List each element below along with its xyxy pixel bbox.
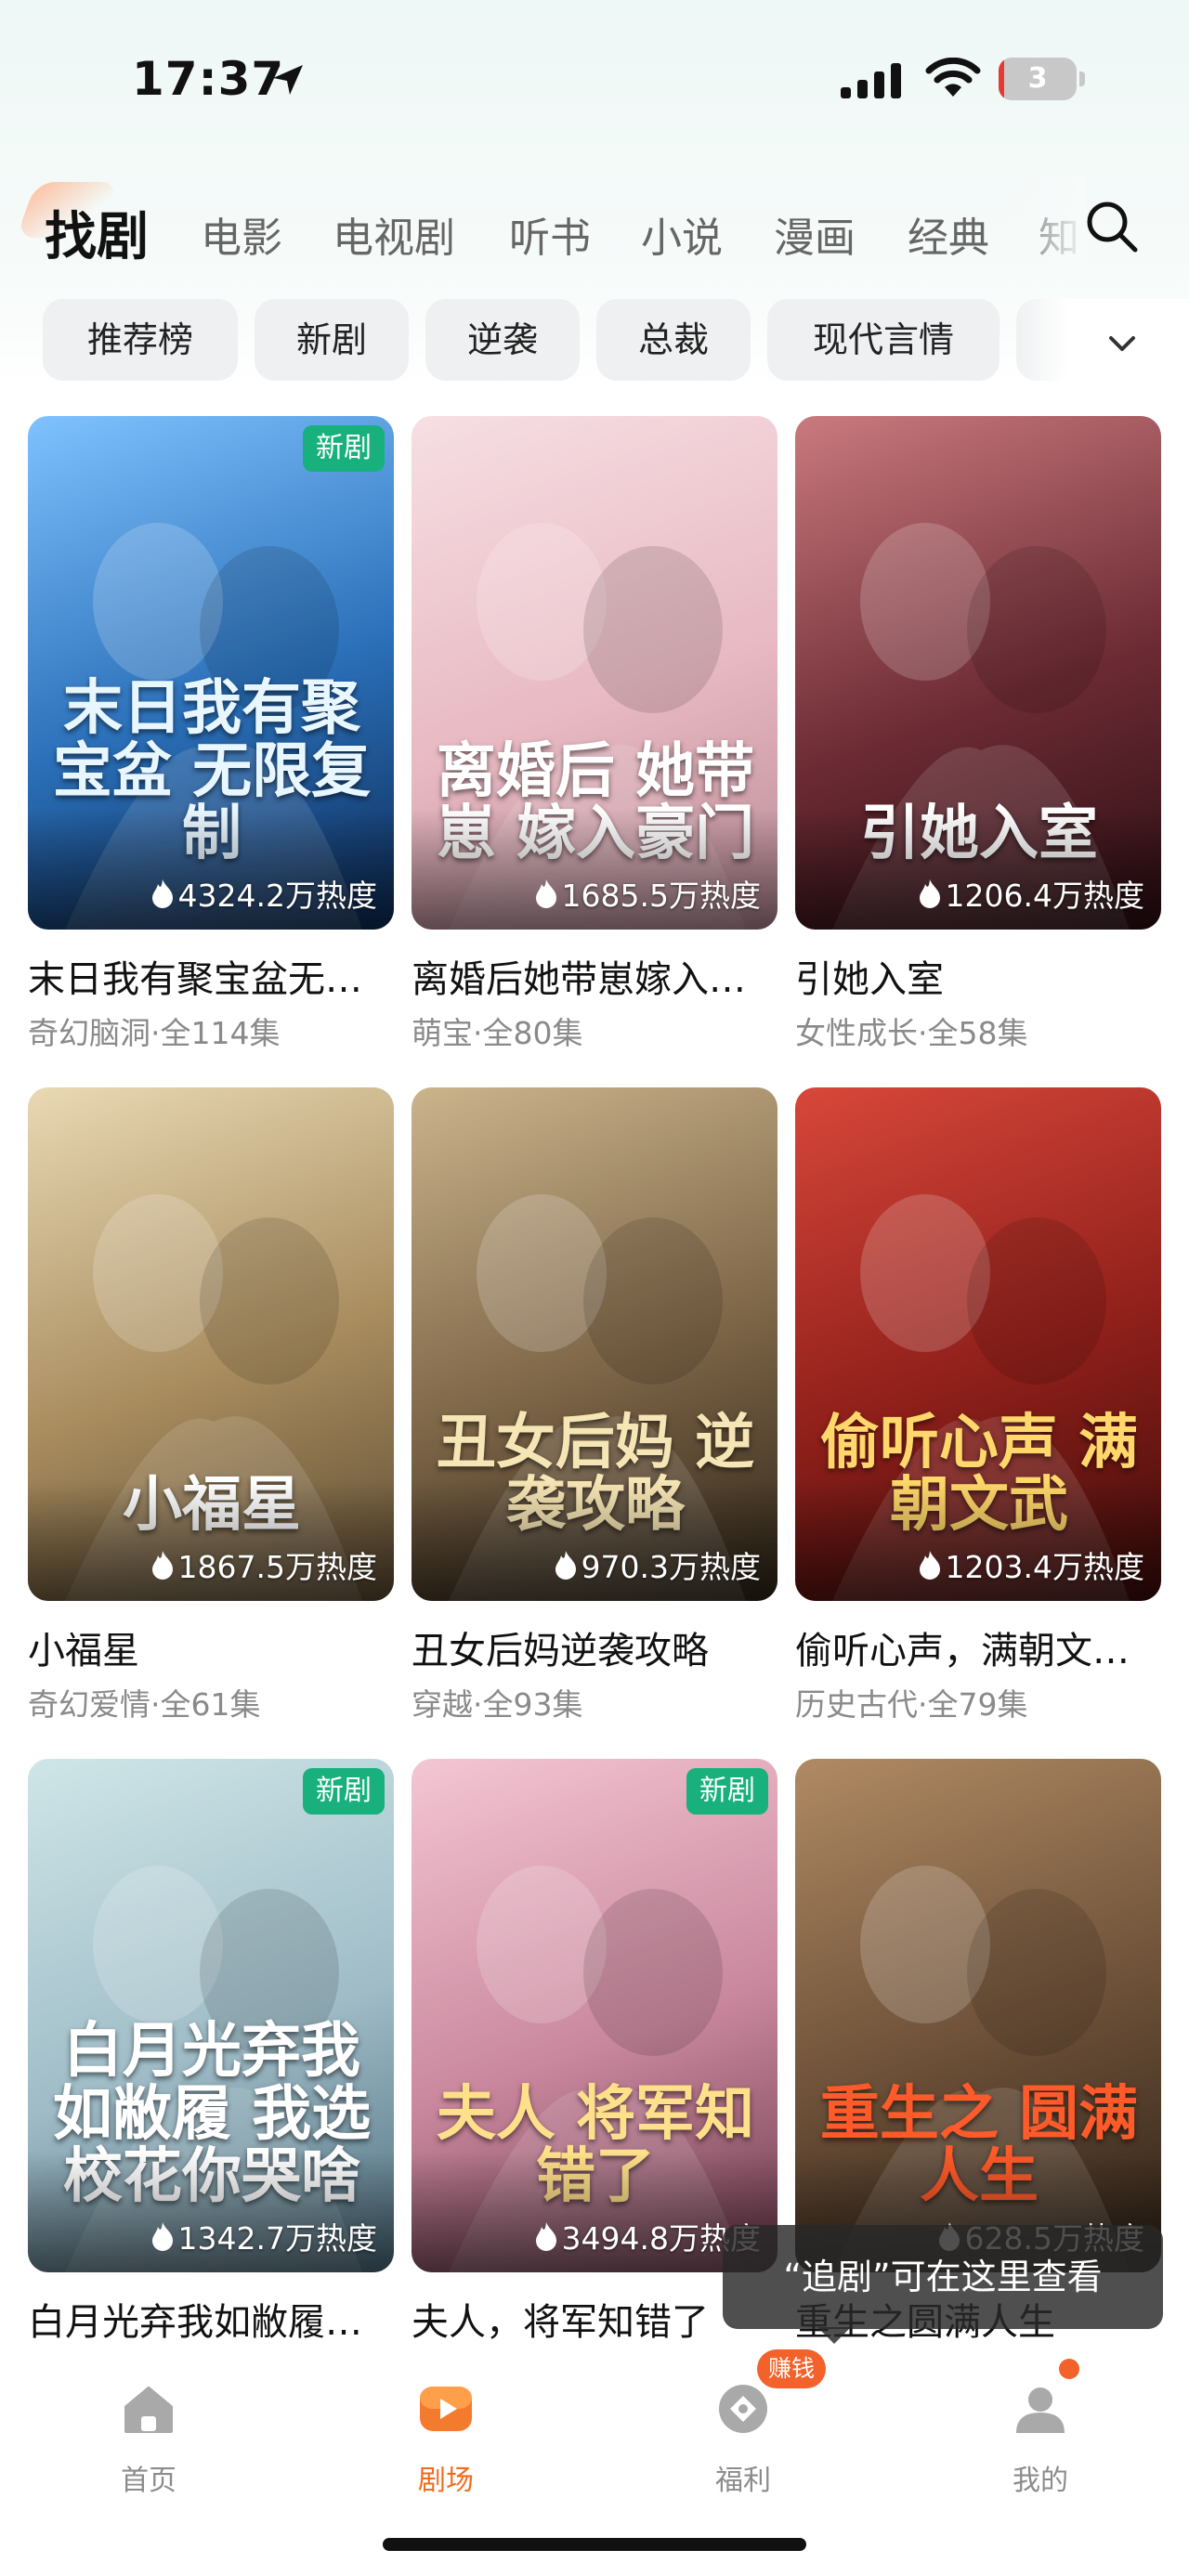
- heat-count: 1203.4万热度: [918, 1542, 1144, 1588]
- tab-profile-label: 我的: [1013, 2465, 1068, 2497]
- drama-card[interactable]: 引她入室1206.4万热度引她入室女性成长·全58集: [795, 416, 1161, 1066]
- tab-comic[interactable]: 漫画: [774, 204, 856, 264]
- tab-find-drama[interactable]: 找剧: [45, 195, 149, 270]
- flame-icon: [919, 1551, 940, 1580]
- tab-theater[interactable]: 剧场: [353, 2364, 539, 2504]
- drama-card[interactable]: 丑女后妈 逆袭攻略970.3万热度丑女后妈逆袭攻略穿越·全93集: [412, 1087, 777, 1737]
- poster-image: 末日我有聚宝盆 无限复制新剧4324.2万热度: [28, 416, 394, 930]
- tab-movie[interactable]: 电影: [201, 204, 282, 264]
- search-icon[interactable]: [1082, 197, 1142, 256]
- earn-money-badge: 赚钱: [757, 2349, 827, 2388]
- tab-home-label: 首页: [121, 2465, 176, 2497]
- location-arrow-icon: [273, 65, 303, 95]
- heat-count: 1685.5万热度: [534, 870, 761, 917]
- theater-play-icon: [420, 2387, 472, 2431]
- chevron-down-icon[interactable]: [1096, 318, 1148, 370]
- flame-icon: [555, 1551, 576, 1580]
- battery-icon: 3: [999, 58, 1086, 100]
- tab-tv-series[interactable]: 电视剧: [333, 204, 455, 264]
- flame-icon: [535, 2222, 556, 2251]
- wifi-icon: [925, 58, 981, 97]
- battery-percent: 3: [1027, 62, 1048, 95]
- heat-value: 4324.2万热度: [177, 878, 377, 914]
- drama-title: 白月光弃我如敝履…: [28, 2301, 362, 2344]
- tooltip-toast: “追剧”可在这里查看: [723, 2225, 1163, 2329]
- chip-new-drama[interactable]: 新剧: [255, 299, 409, 381]
- status-bar: 17:37 3: [0, 0, 1189, 158]
- coin-icon: [719, 2385, 767, 2433]
- category-tab-bar: 找剧 电影 电视剧 听书 小说 漫画 经典 知: [0, 176, 1189, 279]
- flame-icon: [151, 2222, 173, 2251]
- heat-count: 1867.5万热度: [150, 1542, 377, 1588]
- drama-title: 丑女后妈逆袭攻略: [412, 1630, 709, 1672]
- heat-value: 1342.7万热度: [177, 2220, 377, 2257]
- chip-comeback[interactable]: 逆袭: [425, 299, 580, 381]
- flame-icon: [151, 1551, 173, 1580]
- heat-value: 1206.4万热度: [945, 878, 1144, 914]
- tab-welfare-label: 福利: [715, 2465, 771, 2497]
- heat-value: 1203.4万热度: [945, 1549, 1144, 1585]
- tab-novel[interactable]: 小说: [641, 204, 723, 264]
- poster-image: 偷听心声 满朝文武1203.4万热度: [795, 1087, 1161, 1601]
- drama-card[interactable]: 离婚后 她带崽 嫁入豪门1685.5万热度离婚后她带崽嫁入… 萌宝·全80集: [412, 416, 777, 1066]
- heat-value: 970.3万热度: [581, 1549, 761, 1585]
- drama-meta: 奇幻爱情·全61集: [28, 1686, 261, 1723]
- heat-count: 1206.4万热度: [918, 870, 1144, 917]
- heat-count: 4324.2万热度: [150, 870, 377, 917]
- status-time: 17:37: [132, 52, 285, 106]
- tab-audiobook[interactable]: 听书: [509, 204, 591, 264]
- drama-card[interactable]: 白月光弃我如敝履 我选校花你哭啥新剧1342.7万热度白月光弃我如敝履…: [28, 1759, 394, 2409]
- tab-profile[interactable]: 我的: [947, 2364, 1133, 2504]
- poster-image: 引她入室1206.4万热度: [795, 416, 1161, 930]
- poster-image: 夫人 将军知错了新剧3494.8万热度: [412, 1759, 777, 2272]
- drama-title: 末日我有聚宝盆无…: [28, 958, 362, 1001]
- poster-image: 离婚后 她带崽 嫁入豪门1685.5万热度: [412, 416, 777, 930]
- drama-card[interactable]: 末日我有聚宝盆 无限复制新剧4324.2万热度末日我有聚宝盆无…奇幻脑洞·全11…: [28, 416, 394, 1066]
- chip-ranking[interactable]: 推荐榜: [43, 299, 238, 381]
- heat-value: 1867.5万热度: [177, 1549, 377, 1585]
- poster-image: 重生之 圆满人生628.5万热度: [795, 1759, 1161, 2272]
- drama-title: 引她入室: [795, 958, 944, 1001]
- drama-title: 小福星: [28, 1630, 139, 1672]
- tab-home[interactable]: 首页: [56, 2364, 242, 2504]
- drama-meta: 穿越·全93集: [412, 1686, 583, 1723]
- flame-icon: [535, 879, 556, 908]
- poster-image: 丑女后妈 逆袭攻略970.3万热度: [412, 1087, 777, 1601]
- new-drama-badge: 新剧: [686, 1768, 768, 1815]
- heat-count: 1342.7万热度: [150, 2213, 377, 2259]
- tab-classic[interactable]: 经典: [908, 204, 989, 264]
- flame-icon: [151, 879, 173, 908]
- flame-icon: [919, 879, 940, 908]
- drama-title: 离婚后她带崽嫁入…: [412, 958, 746, 1001]
- drama-card[interactable]: 偷听心声 满朝文武1203.4万热度偷听心声，满朝文… 历史古代·全79集: [795, 1087, 1161, 1737]
- home-icon: [124, 2387, 173, 2433]
- drama-meta: 萌宝·全80集: [412, 1015, 583, 1051]
- poster-image: 白月光弃我如敝履 我选校花你哭啥新剧1342.7万热度: [28, 1759, 394, 2272]
- profile-icon: [1016, 2387, 1065, 2433]
- drama-meta: 女性成长·全58集: [795, 1015, 1028, 1051]
- new-drama-badge: 新剧: [303, 1768, 385, 1815]
- new-drama-badge: 新剧: [303, 425, 385, 472]
- drama-meta: 历史古代·全79集: [795, 1686, 1028, 1723]
- notification-dot: [1059, 2359, 1079, 2379]
- chip-ceo[interactable]: 总裁: [596, 299, 751, 381]
- cellular-signal-icon: [841, 63, 901, 98]
- tab-theater-label: 剧场: [418, 2465, 474, 2497]
- drama-title: 偷听心声，满朝文…: [795, 1630, 1130, 1672]
- filter-chip-row: 推荐榜 新剧 逆袭 总裁 现代言情: [0, 299, 1189, 384]
- drama-meta: 奇幻脑洞·全114集: [28, 1015, 281, 1051]
- heat-value: 1685.5万热度: [561, 878, 761, 914]
- drama-card[interactable]: 小福星1867.5万热度小福星奇幻爱情·全61集: [28, 1087, 394, 1737]
- heat-count: 970.3万热度: [554, 1542, 761, 1588]
- poster-image: 小福星1867.5万热度: [28, 1087, 394, 1601]
- home-indicator: [383, 2538, 806, 2551]
- chip-modern-romance[interactable]: 现代言情: [767, 299, 1000, 381]
